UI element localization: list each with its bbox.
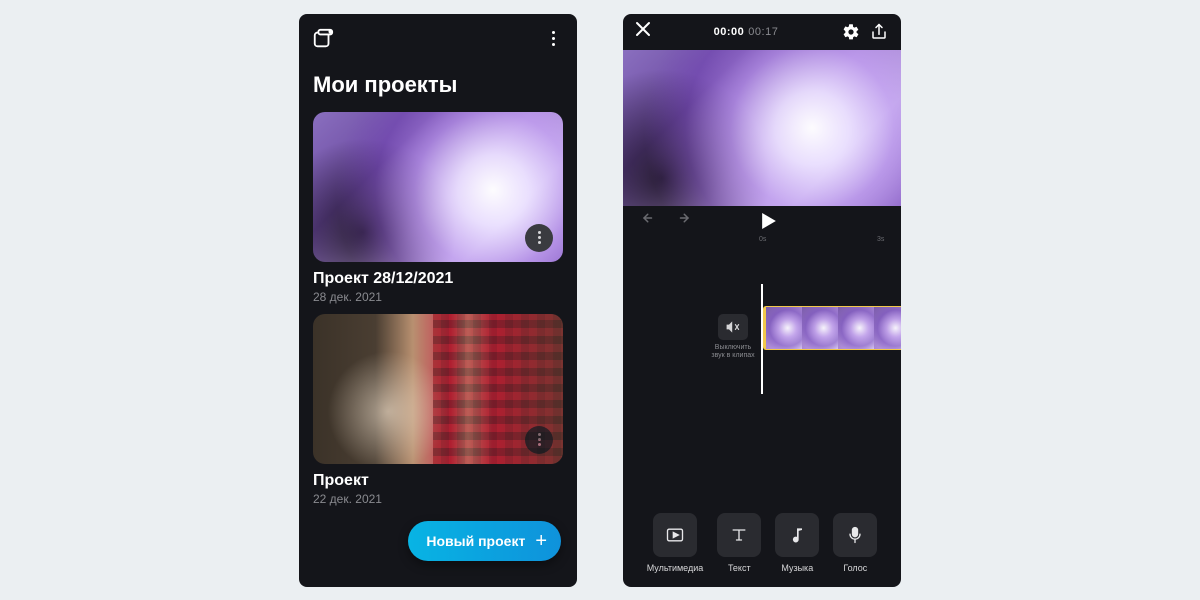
project-thumbnail — [313, 112, 563, 262]
project-date: 28 дек. 2021 — [313, 290, 563, 304]
editor-topbar: 00:0000:17 — [623, 14, 901, 50]
speaker-mute-icon — [718, 314, 748, 340]
mic-icon — [833, 513, 877, 557]
editor-screen: 00:0000:17 0s 3s Выключить звук в клип — [623, 14, 901, 587]
tool-text[interactable]: Текст — [717, 513, 761, 573]
project-menu-button[interactable] — [525, 426, 553, 454]
new-project-button[interactable]: Новый проект + — [408, 521, 561, 561]
video-preview[interactable] — [623, 50, 901, 206]
video-clip[interactable] — [763, 306, 901, 350]
project-card[interactable]: Проект 28/12/2021 28 дек. 2021 — [313, 112, 563, 304]
settings-button[interactable] — [841, 23, 861, 41]
clip-frame — [874, 307, 901, 349]
ruler-tick: 3s — [877, 236, 884, 243]
tool-label: Голос — [843, 563, 867, 573]
project-thumbnail — [313, 314, 563, 464]
projects-screen: Мои проекты Проект 28/12/2021 28 дек. 20… — [299, 14, 577, 587]
tool-voice[interactable]: Голос — [833, 513, 877, 573]
overflow-menu-button[interactable] — [541, 27, 565, 51]
clip-frame — [766, 307, 802, 349]
text-icon — [717, 513, 761, 557]
tool-label: Музыка — [781, 563, 813, 573]
close-button[interactable] — [635, 21, 651, 42]
page-title: Мои проекты — [299, 64, 577, 112]
project-date: 22 дек. 2021 — [313, 492, 563, 506]
media-icon — [653, 513, 697, 557]
project-name: Проект 28/12/2021 — [313, 262, 563, 290]
time-current: 00:00 — [714, 26, 745, 38]
music-icon — [775, 513, 819, 557]
share-button[interactable] — [869, 23, 889, 41]
timeline-ruler: 0s 3s — [623, 236, 901, 252]
playhead[interactable] — [761, 284, 763, 394]
redo-button[interactable] — [673, 211, 691, 230]
tool-label: Текст — [728, 563, 751, 573]
time-total: 00:17 — [748, 26, 778, 38]
ruler-tick: 0s — [759, 236, 766, 243]
transport-bar — [623, 206, 901, 236]
new-project-label: Новый проект — [426, 533, 525, 549]
projects-topbar — [299, 14, 577, 64]
clip-frame — [802, 307, 838, 349]
tool-label: Мультимедиа — [647, 563, 704, 573]
toolbar: Мультимедиа Текст Музыка Голос — [623, 513, 901, 573]
project-name: Проект — [313, 464, 563, 492]
mute-clips-button[interactable]: Выключить звук в клипах — [709, 314, 757, 361]
clip-frame — [838, 307, 874, 349]
plus-icon: + — [535, 531, 547, 551]
project-menu-button[interactable] — [525, 224, 553, 252]
projects-list: Проект 28/12/2021 28 дек. 2021 Проект 22… — [299, 112, 577, 506]
tool-music[interactable]: Музыка — [775, 513, 819, 573]
play-button[interactable] — [705, 213, 833, 229]
tool-media[interactable]: Мультимедиа — [647, 513, 704, 573]
mute-clips-label: Выключить звук в клипах — [709, 344, 757, 361]
app-logo-icon — [311, 27, 335, 51]
timeline[interactable]: Выключить звук в клипах — [623, 292, 901, 442]
undo-button[interactable] — [641, 211, 659, 230]
timecode: 00:0000:17 — [659, 26, 833, 38]
project-card[interactable]: Проект 22 дек. 2021 — [313, 314, 563, 506]
